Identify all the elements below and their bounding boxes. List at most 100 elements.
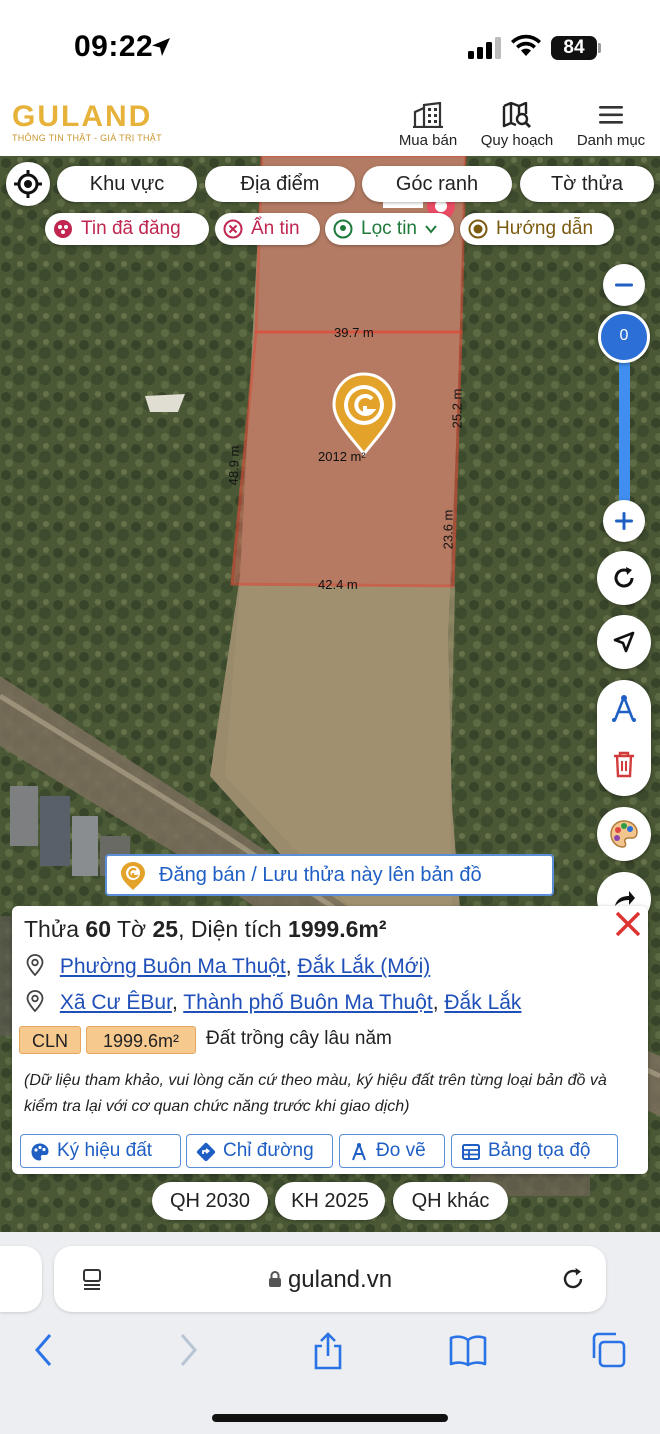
- land-code-badge: CLN: [19, 1026, 81, 1054]
- chip-tin-da-dang[interactable]: Tin đã đăng: [45, 213, 209, 245]
- lock-icon: [268, 1271, 281, 1287]
- filter-goc-ranh[interactable]: Góc ranh: [362, 166, 512, 202]
- parcel-info-card: Thửa 60 Tờ 25, Diện tích 1999.6m² Phường…: [12, 906, 648, 1174]
- title-text: Thửa: [24, 916, 86, 942]
- close-circle-icon: [223, 219, 243, 239]
- chip-loc-tin[interactable]: Lọc tin: [325, 213, 454, 245]
- directions-button[interactable]: Chỉ đường: [186, 1134, 333, 1168]
- status-bar: 09:22 84: [0, 0, 660, 96]
- zoom-level-handle[interactable]: 0: [598, 311, 650, 363]
- chip-an-tin[interactable]: Ẩn tin: [215, 213, 320, 245]
- chip-label: Tin đã đăng: [81, 218, 181, 239]
- chevron-down-icon: [425, 225, 438, 234]
- chip-huong-dan[interactable]: Hướng dẫn: [460, 213, 614, 245]
- measure-draw-button[interactable]: Đo vẽ: [339, 1134, 445, 1168]
- status-time: 09:22: [74, 30, 154, 63]
- reload-icon[interactable]: [560, 1266, 586, 1292]
- refresh-button[interactable]: [597, 551, 651, 605]
- map-search-icon: [502, 102, 531, 128]
- bookmarks-icon[interactable]: [448, 1332, 488, 1368]
- trash-icon[interactable]: [612, 750, 636, 778]
- dim-right-lower: 23.6 m: [440, 509, 456, 550]
- post-listing-banner[interactable]: Đăng bán / Lưu thửa này lên bản đồ: [105, 854, 554, 896]
- guland-pin-icon: [121, 862, 145, 890]
- separator: ,: [432, 991, 445, 1014]
- dim-top: 39.7 m: [334, 325, 374, 340]
- ward-link[interactable]: Phường Buôn Ma Thuột: [60, 955, 286, 978]
- address-new: Phường Buôn Ma Thuột, Đắk Lắk (Mới): [24, 954, 430, 979]
- title-text: Tờ: [111, 916, 153, 942]
- land-area-badge: 1999.6m²: [86, 1026, 196, 1054]
- nav-danh-muc[interactable]: Danh mục: [566, 102, 656, 149]
- url-text: guland.vn: [287, 1266, 393, 1293]
- filter-to-thua[interactable]: Tờ thửa: [520, 166, 654, 202]
- close-card-icon[interactable]: [612, 908, 644, 940]
- filter-khu-vuc[interactable]: Khu vực: [57, 166, 197, 202]
- nav-quy-hoach[interactable]: Quy hoạch: [472, 102, 562, 149]
- map-pin-icon: [333, 219, 353, 239]
- dim-bottom: 42.4 m: [318, 577, 358, 592]
- compass-draw-icon[interactable]: [610, 694, 638, 724]
- dim-right-upper: 25.2 m: [449, 388, 465, 429]
- my-location-button[interactable]: [6, 162, 50, 206]
- coordinate-table-button[interactable]: Bảng tọa độ: [451, 1134, 618, 1168]
- address-bar[interactable]: guland.vn: [54, 1246, 606, 1312]
- zoom-in-button[interactable]: [603, 500, 645, 542]
- url-row: guland.vn: [54, 1266, 606, 1294]
- navigation-arrow-icon: [613, 631, 635, 653]
- nav-mua-ban[interactable]: Mua bán: [383, 102, 473, 149]
- location-pin-icon: [26, 954, 44, 976]
- map-style-button[interactable]: [597, 807, 651, 861]
- action-label: Đo vẽ: [376, 1140, 426, 1161]
- home-indicator: [212, 1414, 448, 1422]
- navigate-button[interactable]: [597, 615, 651, 669]
- zoom-out-button[interactable]: [603, 264, 645, 306]
- old-province-link[interactable]: Đắk Lắk: [444, 991, 521, 1014]
- action-label: Bảng tọa độ: [488, 1140, 591, 1161]
- previous-tab-peek[interactable]: [0, 1246, 42, 1312]
- nav-label: Danh mục: [576, 132, 646, 149]
- back-icon[interactable]: [32, 1332, 56, 1368]
- directions-icon: [196, 1142, 216, 1162]
- title-text: , Diện tích: [178, 916, 289, 942]
- location-pin-icon: [26, 990, 44, 1012]
- share-icon[interactable]: [311, 1332, 345, 1370]
- commune-link[interactable]: Xã Cư ÊBur: [60, 991, 172, 1014]
- compass-draw-icon: [352, 1143, 366, 1161]
- land-legend-button[interactable]: Ký hiệu đất: [20, 1134, 181, 1168]
- city-link[interactable]: Thành phố Buôn Ma Thuột: [183, 991, 432, 1014]
- area-label: 2012 m²: [318, 449, 366, 464]
- palette-icon: [31, 1143, 49, 1161]
- post-banner-text: Đăng bán / Lưu thửa này lên bản đồ: [159, 864, 482, 886]
- plan-kh-2025[interactable]: KH 2025: [275, 1182, 385, 1220]
- draw-tool-group: [597, 680, 651, 796]
- location-arrow-icon: [152, 38, 170, 56]
- disclaimer-note: (Dữ liệu tham khảo, vui lòng căn cứ theo…: [24, 1072, 607, 1115]
- palette-icon: [610, 820, 638, 848]
- dim-left: 48.9 m: [225, 445, 243, 486]
- tabs-icon[interactable]: [590, 1332, 628, 1368]
- plus-icon: [615, 512, 633, 530]
- plan-qh-2030[interactable]: QH 2030: [152, 1182, 268, 1220]
- chip-label: Lọc tin: [361, 218, 417, 239]
- parcel-number: 60: [85, 916, 112, 942]
- zoom-level-value: 0: [619, 327, 629, 344]
- nav-label: Mua bán: [398, 132, 458, 149]
- plan-qh-khac[interactable]: QH khác: [393, 1182, 508, 1220]
- minus-icon: [615, 283, 633, 287]
- forward-icon[interactable]: [176, 1332, 200, 1368]
- province-link[interactable]: Đắk Lắk (Mới): [297, 955, 430, 978]
- filter-dia-diem[interactable]: Địa điểm: [205, 166, 355, 202]
- app-header: GULAND THÔNG TIN THẬT - GIÁ TRỊ THẬT Mua…: [0, 96, 660, 156]
- chip-label: Ẩn tin: [251, 218, 300, 239]
- signal-icon: [468, 37, 501, 59]
- parcel-title: Thửa 60 Tờ 25, Diện tích 1999.6m²: [24, 916, 387, 943]
- battery-tip: [598, 43, 601, 53]
- battery-level: 84: [551, 36, 597, 60]
- palette-person-icon: [54, 220, 72, 238]
- menu-icon: [599, 106, 623, 124]
- crosshair-icon: [14, 170, 42, 198]
- separator: ,: [171, 991, 184, 1014]
- guland-logo[interactable]: GULAND THÔNG TIN THẬT - GIÁ TRỊ THẬT: [12, 102, 162, 144]
- land-use-type: Đất trồng cây lâu năm: [206, 1028, 392, 1049]
